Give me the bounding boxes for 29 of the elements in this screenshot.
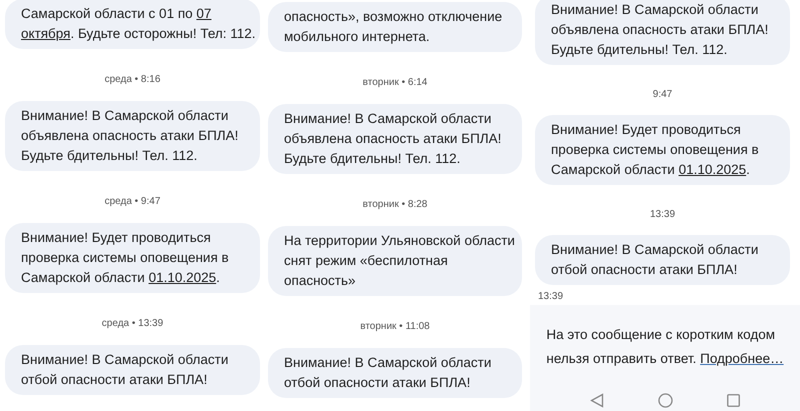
- link[interactable]: Подробнее…: [700, 351, 784, 366]
- timestamp: среда • 13:39: [102, 318, 164, 330]
- message-bubble: На территории Ульяновской области снят режим «беспилотная опасность»: [268, 226, 522, 296]
- message-bubble: Внимание! Будет проводиться проверка системы оповещения в Самарской области 01.10.2025.: [535, 115, 790, 185]
- timestamp: 9:47: [652, 89, 672, 101]
- timestamp: вторник • 8:28: [362, 199, 428, 211]
- back-icon[interactable]: [590, 393, 604, 408]
- link[interactable]: октября: [21, 26, 70, 41]
- message-bubble: Внимание! В Самарской области отбой опасности атаки БПЛА!: [268, 348, 522, 398]
- message-bubble: Самарской области с 01 по 07 октября. Будьте осторожны! Тел: 112.: [5, 0, 260, 49]
- link[interactable]: 01.10.2025: [148, 270, 216, 285]
- timestamp: 13:39: [650, 209, 676, 221]
- timestamp: среда • 8:16: [104, 74, 160, 86]
- message-bubble: Внимание! В Самарской области объявлена опасность атаки БПЛА! Будьте бдительны! Тел. 112.: [268, 104, 522, 174]
- link[interactable]: 07: [196, 6, 212, 21]
- home-icon[interactable]: [658, 393, 673, 408]
- timestamp: среда • 9:47: [104, 196, 160, 208]
- message-bubble: Внимание! В Самарской области объявлена опасность атаки БПЛА! Будьте бдительны! Тел. 112.: [5, 101, 260, 171]
- recents-icon[interactable]: [727, 394, 740, 407]
- link[interactable]: 01.10.2025: [678, 162, 746, 177]
- message-bubble: Внимание! В Самарской области отбой опасности атаки БПЛА!: [535, 235, 790, 285]
- message-bubble: опасность», возможно отключение мобильного интернета.: [268, 2, 522, 52]
- timestamp: вторник • 11:08: [360, 321, 430, 333]
- reply-notice: На это сообщение с коротким кодом нельзя отправить ответ. Подробнее…: [546, 326, 784, 368]
- message-bubble: Внимание! Будет проводиться проверка системы оповещения в Самарской области 01.10.2025.: [5, 223, 260, 293]
- message-bubble: Внимание! В Самарской области объявлена опасность атаки БПЛА! Будьте бдительны! Тел. 112.: [535, 0, 790, 65]
- message-bubble: Внимание! В Самарской области отбой опасности атаки БПЛА!: [5, 345, 260, 395]
- timestamp: 13:39: [538, 291, 564, 303]
- timestamp: вторник • 6:14: [362, 77, 428, 89]
